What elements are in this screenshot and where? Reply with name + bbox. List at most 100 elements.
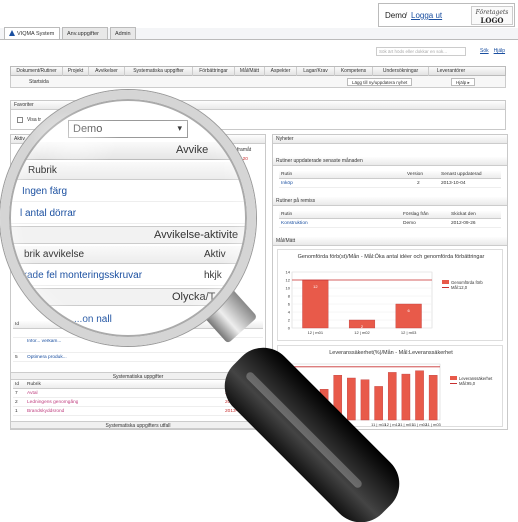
menu-item-dokument[interactable]: Dokument/Rutiner xyxy=(11,67,63,76)
row-id: 7 xyxy=(15,391,18,396)
help-button[interactable]: Hjälp ▸ xyxy=(451,78,475,86)
company-logo: Företagets LOGO xyxy=(471,6,513,25)
viqma-icon xyxy=(9,30,15,36)
help-link[interactable]: Hjälp xyxy=(494,48,505,54)
bar xyxy=(360,379,370,421)
x-tick-label: 12 | m02 xyxy=(354,330,370,335)
rutiner-header: Rutin Version Senast uppdaterad xyxy=(279,171,501,179)
logout-link[interactable]: Logga ut xyxy=(411,11,442,20)
lens-rubrik-header: Rubrik xyxy=(8,162,248,180)
menu-item-lagar-krav[interactable]: Lagar/Krav xyxy=(297,67,335,76)
remiss-table: Rutin Förslag från Skickat den Konstrukt… xyxy=(279,211,501,229)
row-rutin: Konstruktion xyxy=(281,221,308,226)
bar xyxy=(401,373,411,421)
lens-row-3[interactable]: kade fel monteringsskruvar hkjk xyxy=(8,266,248,286)
incident-text: Infor... verkam... xyxy=(27,339,62,344)
lens-row-1-text: Ingen färg xyxy=(22,186,68,197)
menu-item-avvikelser[interactable]: Avvikelser xyxy=(89,67,125,76)
table-row[interactable]: Konstruktion Demo 2012-09-26 xyxy=(279,220,501,228)
logo-line-1: Företagets xyxy=(475,9,509,16)
row-date: 2013-09-09 xyxy=(225,409,250,414)
magnifier-lens: Demo ▾ Avvike Rubrik Ingen färg l antal … xyxy=(0,90,256,346)
bar xyxy=(292,380,302,421)
tab-viqma-system[interactable]: VIQMA System xyxy=(4,27,60,39)
chart-1-title: Genomförda förb(st)/Mån - Mål:Öka antal … xyxy=(297,254,485,260)
menu-item-forbattringar[interactable]: Förbättringar xyxy=(193,67,235,76)
lens-row-2[interactable]: l antal dörrar xyxy=(8,204,248,224)
logo-line-2: LOGO xyxy=(480,16,504,25)
chart-1-plot: 024681012141212 | m01212 | m02612 | m03 xyxy=(286,270,433,335)
table-row[interactable]: 2 Ledningens genomgång 2013-08-23 xyxy=(13,399,263,407)
chart-2-legend: Leveranssäkerhet Mål:95,0 xyxy=(450,376,492,386)
menu-item-kompetens[interactable]: Kompetens xyxy=(335,67,373,76)
bar xyxy=(347,377,356,421)
menu-item-aspekter[interactable]: Aspekter xyxy=(265,67,297,76)
col-rutin: Rutin xyxy=(281,212,293,217)
chart-1-legend: Genomförda förb Mål:12,0 xyxy=(442,280,483,290)
tab-anv-uppgifter[interactable]: Anv.uppgifter xyxy=(62,27,108,39)
lens-olycka-header: Olycka/T xyxy=(8,288,248,306)
row-date: 2013-08-12 xyxy=(225,391,250,396)
x-tick-label: 11 | m03 xyxy=(426,422,442,427)
bar xyxy=(428,374,438,421)
y-tick-label: 4 xyxy=(288,310,291,315)
lens-avvikelser-header: Avvike xyxy=(8,142,248,160)
chart-2: Leveranssäkerhet(%)/Mån - Mål:Leveranssä… xyxy=(277,345,503,427)
lens-row-1[interactable]: Ingen färg xyxy=(8,182,248,202)
bar xyxy=(374,386,383,421)
demo-select[interactable]: Demo ▾ xyxy=(68,120,188,138)
sys-header: Id Rubrik Senast xyxy=(13,381,263,389)
row-date: 2013-08-23 xyxy=(225,400,250,405)
show-checkbox[interactable] xyxy=(17,117,23,123)
search-link[interactable]: Sök xyxy=(480,48,489,54)
lens-row-4[interactable]: ...on nall xyxy=(8,312,248,330)
row-version: 2 xyxy=(417,181,420,186)
menu-item-systematiska[interactable]: Systematiska uppgifter xyxy=(125,67,193,76)
tab-admin[interactable]: Admin xyxy=(110,27,136,39)
table-row[interactable]: Inköp 2 2013-10-04 xyxy=(279,180,501,188)
lens-col-aktiv: Aktiv xyxy=(204,249,226,260)
row-rubrik: Avtal xyxy=(27,391,38,396)
user-box: Demo / Logga ut Företagets LOGO xyxy=(378,3,515,27)
y-tick-label: 8 xyxy=(288,294,291,299)
menu-item-projekt[interactable]: Projekt xyxy=(63,67,89,76)
search-input[interactable]: Sök ärt höds eller dokkar en sok... xyxy=(376,47,466,56)
lens-olycka-title: Olycka/T xyxy=(172,291,216,303)
menu-item-mal-matt[interactable]: Mål/Mätt xyxy=(235,67,265,76)
rutiner-table: Rutin Version Senast uppdaterad Inköp 2 … xyxy=(279,171,501,189)
table-row[interactable]: 7 Avtal 2013-08-12 xyxy=(13,390,263,398)
tab-label: Admin xyxy=(115,31,131,37)
top-bar: Demo / Logga ut Företagets LOGO xyxy=(0,0,518,28)
legend-entry: Mål:12,0 xyxy=(442,285,483,290)
col-skickat: Skickat den xyxy=(451,212,476,217)
x-tick-label: 12 | m01 xyxy=(308,330,324,335)
add-news-button[interactable]: Lägg till ny/uppdatera nyhet xyxy=(347,78,413,86)
col-senast: Senast uppdaterad xyxy=(441,172,482,177)
menu-item-undersokningar[interactable]: Undersökningar xyxy=(373,67,429,76)
chevron-down-icon: ▾ xyxy=(177,123,182,133)
table-row[interactable]: 5 Optimera produk... xyxy=(13,354,263,362)
nyheter-title: Nyheter xyxy=(273,135,507,144)
bar xyxy=(387,372,397,421)
incident-text: Optimera produk... xyxy=(27,355,67,360)
lens-row-4-text: ...on nall xyxy=(74,314,112,325)
y-tick-label: 10 xyxy=(286,286,291,291)
row-rutin: Inköp xyxy=(281,181,293,186)
lens-avvikelser-label: Avvike xyxy=(176,144,209,156)
menu-item-leverantorer[interactable]: Leverantörer xyxy=(429,67,473,76)
bar xyxy=(306,394,315,421)
lens-aktivitet-title: Avvikelse-aktivite xyxy=(154,229,239,241)
top-links: Sök Hjälp xyxy=(480,48,510,54)
table-row[interactable]: 1 Brandskyddsrond 2013-09-09 xyxy=(13,408,263,416)
x-tick-label: 12 | m03 xyxy=(401,330,417,335)
bar xyxy=(319,389,329,421)
incident-id: 5 xyxy=(15,355,18,360)
legend-swatch xyxy=(450,376,457,380)
bar xyxy=(333,374,343,421)
module-menu: Dokument/Rutiner Projekt Avvikelser Syst… xyxy=(10,66,506,76)
col-rutin: Rutin xyxy=(281,172,293,177)
right-panel: Nyheter Rutiner uppdaterade senaste måna… xyxy=(272,134,508,430)
col-senast: Senast xyxy=(225,382,240,387)
row-date: 2013-10-04 xyxy=(441,181,466,186)
lens-rubrik-label: Rubrik xyxy=(28,165,57,176)
